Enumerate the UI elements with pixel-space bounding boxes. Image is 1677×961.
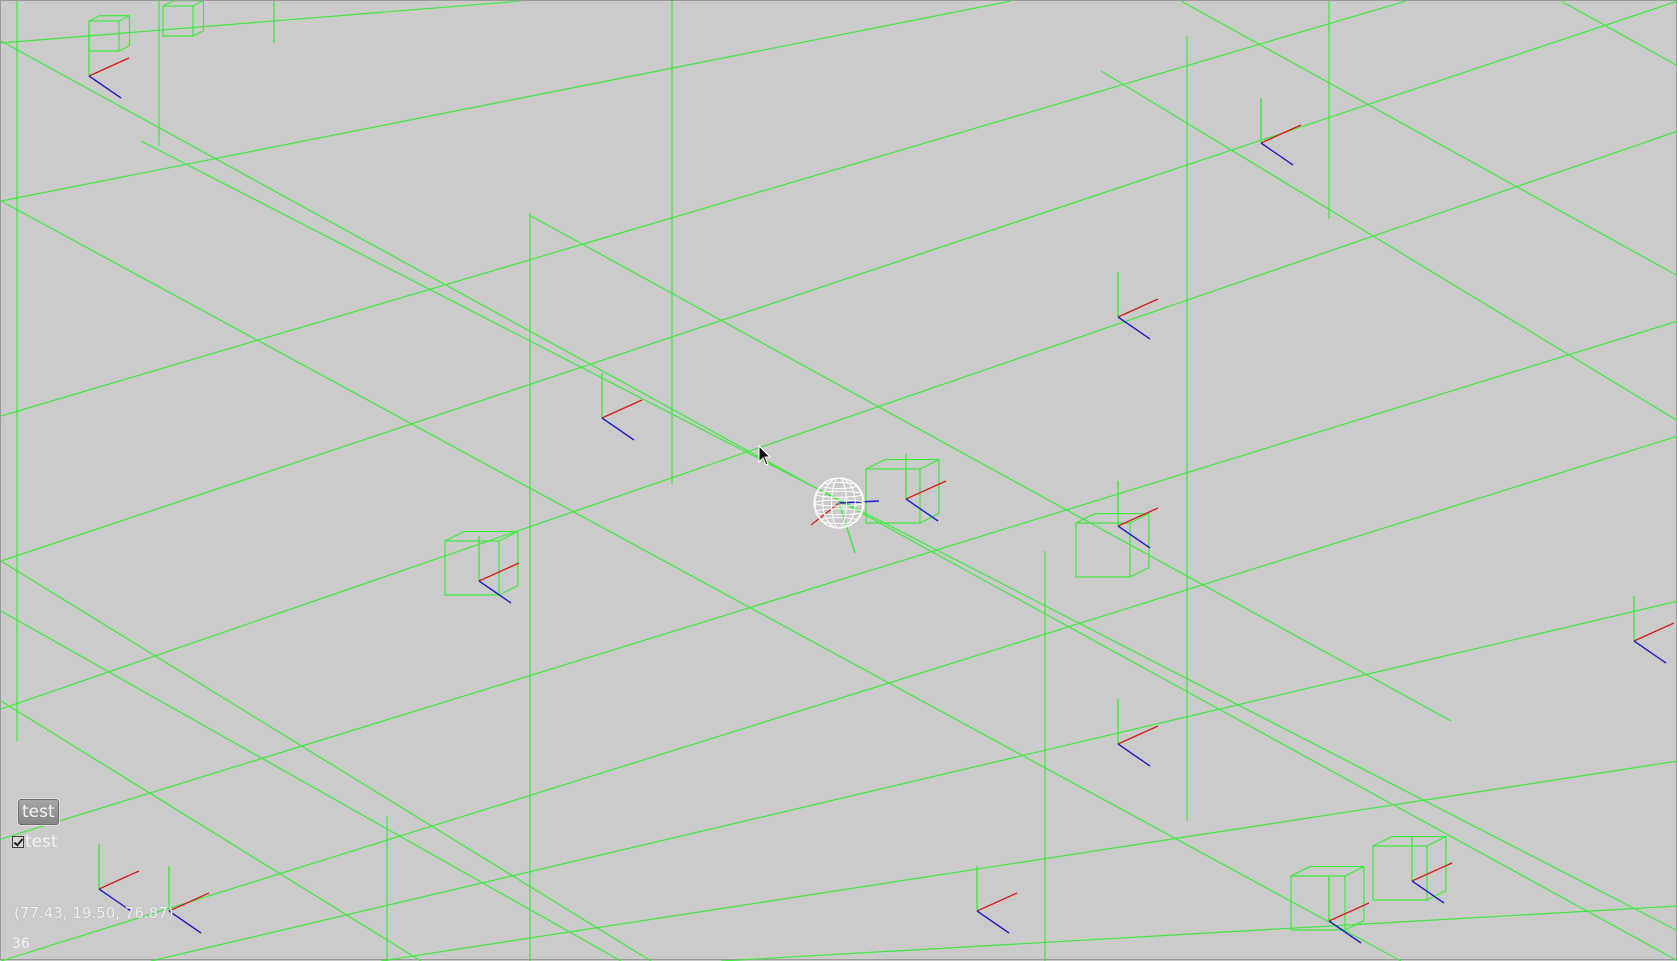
grid-line bbox=[1180, 1, 1677, 277]
wire-cube bbox=[444, 530, 519, 596]
axis-gizmo bbox=[905, 454, 947, 522]
axis-gizmo bbox=[1117, 272, 1159, 340]
grid-line bbox=[1, 40, 1677, 961]
grid-line bbox=[1, 130, 1677, 710]
test-button[interactable]: test bbox=[17, 798, 60, 826]
grid-line bbox=[1560, 1, 1677, 67]
grid-line bbox=[1, 200, 1402, 961]
wire-cube bbox=[162, 1, 205, 37]
axis-gizmo bbox=[976, 866, 1018, 934]
axis-gizmo bbox=[98, 844, 140, 912]
fps-counter: 36 bbox=[12, 936, 30, 952]
grid-line bbox=[140, 140, 1677, 932]
test-checkbox-label: test bbox=[25, 832, 58, 852]
scene-canvas[interactable] bbox=[1, 1, 1677, 961]
checkmark-icon[interactable] bbox=[12, 836, 24, 848]
wireframe-grid bbox=[1, 1, 1677, 961]
grid-line bbox=[1, 1, 1407, 417]
axis-gizmo bbox=[1117, 481, 1159, 549]
grid-line bbox=[1, 320, 1677, 840]
sphere-latitude bbox=[815, 490, 863, 498]
grid-line bbox=[1, 1, 1677, 562]
grid-line bbox=[150, 600, 1677, 961]
grid-line bbox=[1, 700, 422, 961]
grid-line bbox=[530, 215, 1452, 722]
axis-gizmo bbox=[88, 31, 130, 99]
coordinate-readout: (77.43, 19.50, 76.87) bbox=[14, 904, 174, 922]
3d-viewport[interactable]: test test (77.43, 19.50, 76.87) 36 bbox=[0, 0, 1677, 961]
axis-gizmo bbox=[1117, 699, 1159, 767]
axis-gizmo bbox=[168, 866, 210, 934]
grid-line bbox=[1, 1, 522, 44]
sphere-latitude bbox=[815, 508, 863, 516]
grid-line bbox=[720, 905, 1677, 961]
arrow-cursor-icon bbox=[758, 444, 772, 471]
test-checkbox[interactable]: test bbox=[12, 831, 58, 853]
wire-cube bbox=[1075, 512, 1150, 578]
axis-gizmo bbox=[601, 373, 643, 441]
wire-cube bbox=[1372, 835, 1447, 901]
axis-gizmo bbox=[1260, 98, 1302, 166]
